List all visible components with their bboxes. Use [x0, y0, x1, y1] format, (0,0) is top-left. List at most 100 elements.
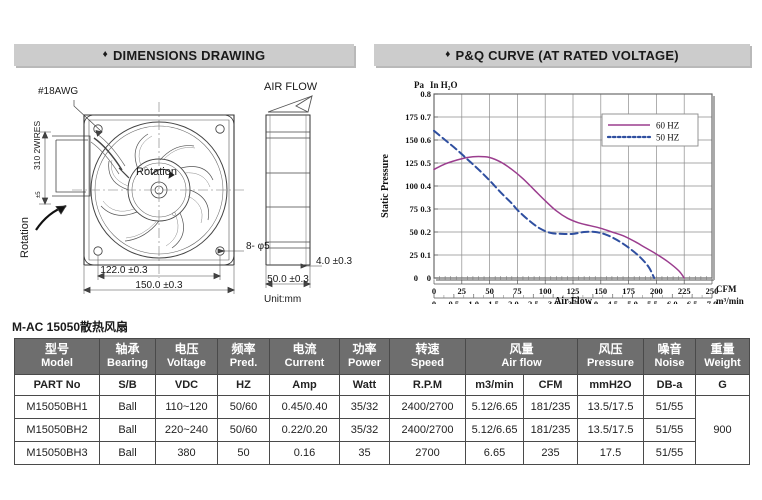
th-power-en: Power	[347, 357, 381, 369]
cell-bearing: Ball	[99, 440, 156, 465]
cell-bearing: Ball	[99, 417, 156, 442]
svg-text:225: 225	[678, 286, 691, 296]
th-current: 电流 Current	[269, 338, 340, 375]
table-unit-row: PART No S/B VDC HZ Amp Watt R.P.M m3/min…	[14, 373, 750, 396]
label-dim-inner: 122.0 ±0.3	[100, 265, 148, 276]
svg-text:6.0: 6.0	[667, 299, 678, 304]
chart-legend: 60 HZ 50 HZ	[601, 113, 699, 147]
yaxis-unit-pa: Pa	[414, 80, 424, 90]
chart-series-50-hz	[433, 129, 656, 279]
svg-text:0: 0	[414, 273, 418, 283]
svg-text:1.5: 1.5	[488, 299, 499, 304]
cell-speed: 2700	[389, 440, 466, 465]
cell-bearing: Ball	[99, 394, 156, 419]
svg-text:0.1: 0.1	[420, 250, 431, 260]
spec-table-title: M-AC 15050散热风扇	[12, 320, 129, 334]
th-weight-cn: 重量	[710, 342, 735, 356]
th-model: 型号 Model	[14, 338, 100, 375]
legend-label-60hz: 60 HZ	[656, 121, 679, 131]
cell-voltage: 220~240	[155, 417, 218, 442]
cell-current: 0.45/0.40	[269, 394, 340, 419]
pq-curve-chart: 0255075100125150175 00.10.20.30.40.50.60…	[380, 80, 744, 304]
svg-text:175: 175	[622, 286, 635, 296]
pq-curve-panel: ♦ P&Q CURVE (AT RATED VOLTAGE) 0 25 50 75 10…	[374, 44, 750, 304]
th-noise: 噪音 Noise	[643, 338, 696, 375]
th-frequency-cn: 频率	[231, 342, 256, 356]
specifications-table: 型号 Model 轴承 Bearing 电压 Voltage 频率 Pred. …	[14, 338, 750, 465]
diamond-bullet-icon: ♦	[445, 49, 451, 60]
cell-frequency: 50/60	[217, 417, 270, 442]
cell-pressure: 17.5	[577, 440, 644, 465]
dimensions-drawing-panel: ♦ DIMENSIONS DRAWING #18AWG 310 2WIRES ±…	[14, 44, 354, 304]
pq-panel-header: ♦ P&Q CURVE (AT RATED VOLTAGE)	[374, 44, 750, 66]
th-current-cn: 电流	[292, 342, 317, 356]
th-voltage-en: Voltage	[167, 357, 206, 369]
cell-speed: 2400/2700	[389, 417, 466, 442]
th-voltage-cn: 电压	[174, 342, 199, 356]
cell-airflow-cfm: 235	[523, 440, 578, 465]
th-frequency: 频率 Pred.	[217, 338, 270, 375]
unit-vdc: VDC	[155, 373, 218, 396]
cell-power: 35	[339, 440, 390, 465]
svg-text:1.0: 1.0	[468, 299, 479, 304]
th-speed-cn: 转速	[415, 342, 440, 356]
unit-part-no: PART No	[14, 373, 100, 396]
svg-text:75: 75	[410, 204, 419, 214]
unit-dba: DB-a	[643, 373, 696, 396]
th-model-cn: 型号	[44, 342, 69, 356]
svg-text:0.5: 0.5	[420, 158, 431, 168]
svg-text:6.5: 6.5	[687, 299, 698, 304]
svg-text:0.2: 0.2	[420, 227, 431, 237]
svg-text:0.5: 0.5	[449, 299, 460, 304]
diamond-bullet-icon: ♦	[102, 49, 108, 60]
cell-airflow-cfm: 181/235	[523, 417, 578, 442]
svg-text:0: 0	[427, 273, 431, 283]
cell-current: 0.22/0.20	[269, 417, 340, 442]
table-row: M15050BH3 Ball 380 50 0.16 35 2700 6.65 …	[14, 440, 750, 465]
svg-text:2.5: 2.5	[528, 299, 539, 304]
svg-text:2.0: 2.0	[508, 299, 519, 304]
unit-cfm: CFM	[523, 373, 578, 396]
cell-frequency: 50	[217, 440, 270, 465]
svg-text:75: 75	[513, 286, 522, 296]
svg-text:0.4: 0.4	[420, 181, 431, 191]
label-wires: 310 2WIRES	[32, 121, 42, 170]
unit-watt: Watt	[339, 373, 390, 396]
cell-airflow-cfm: 181/235	[523, 394, 578, 419]
svg-text:100: 100	[405, 181, 418, 191]
chart-series-60-hz	[433, 155, 685, 279]
cell-model: M15050BH2	[14, 417, 100, 442]
chart-yaxis-pa-ticks: 0 25 50 75 100 125 150 175	[405, 112, 418, 283]
th-bearing-en: Bearing	[107, 357, 148, 369]
svg-text:0.8: 0.8	[420, 89, 431, 99]
table-header-row: 型号 Model 轴承 Bearing 电压 Voltage 频率 Pred. …	[14, 338, 750, 375]
th-noise-cn: 噪音	[657, 342, 682, 356]
table-row: M15050BH2 Ball 220~240 50/60 0.22/0.20 3…	[14, 417, 750, 442]
xaxis-unit-cfm: CFM	[716, 284, 737, 294]
yaxis-unit-inh2o: In H₂O	[430, 80, 457, 90]
label-awg: #18AWG	[38, 86, 78, 97]
th-power-cn: 功率	[352, 342, 377, 356]
th-weight: 重量 Weight	[695, 338, 750, 375]
svg-text:100: 100	[539, 286, 552, 296]
th-pressure-cn: 风压	[598, 342, 623, 356]
svg-text:175: 175	[405, 112, 418, 122]
cell-voltage: 380	[155, 440, 218, 465]
th-speed: 转速 Speed	[389, 338, 466, 375]
th-bearing: 轴承 Bearing	[99, 338, 156, 375]
cell-power: 35/32	[339, 417, 390, 442]
label-dim-depth: 50.0 ±0.3	[267, 274, 309, 285]
dimensions-panel-header: ♦ DIMENSIONS DRAWING	[14, 44, 354, 66]
cell-noise: 51/55	[643, 394, 696, 419]
svg-text:0.6: 0.6	[420, 135, 431, 145]
th-airflow-cn: 风量	[509, 342, 534, 356]
label-air-flow: AIR FLOW	[264, 81, 318, 93]
cell-voltage: 110~120	[155, 394, 218, 419]
svg-text:50: 50	[410, 227, 419, 237]
svg-text:5.0: 5.0	[627, 299, 638, 304]
table-row: M15050BH1 Ball 110~120 50/60 0.45/0.40 3…	[14, 394, 750, 465]
th-pressure-en: Pressure	[586, 357, 635, 369]
th-weight-en: Weight	[704, 357, 741, 369]
th-speed-en: Speed	[410, 357, 444, 369]
cell-airflow-m3: 5.12/6.65	[465, 394, 524, 419]
